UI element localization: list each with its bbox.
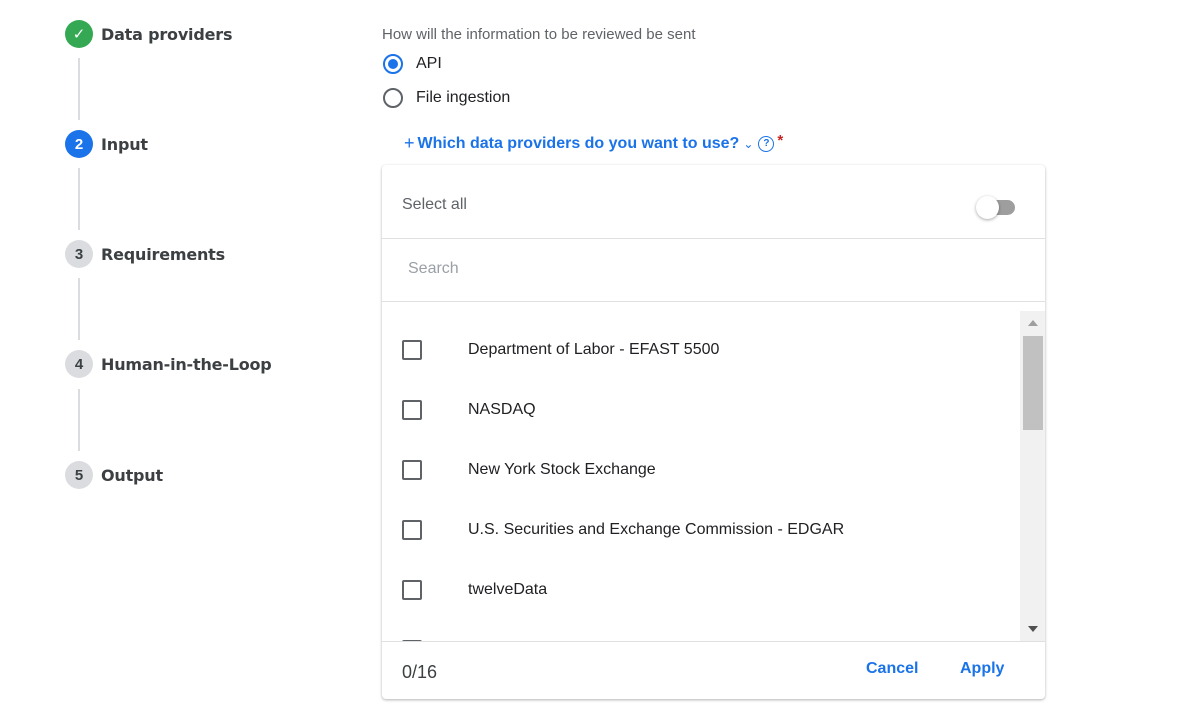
step-label: Human-in-the-Loop [101,354,272,374]
step-input[interactable]: 2 Input [65,130,148,158]
list-item-partial[interactable] [382,620,1020,641]
list-item[interactable]: U.S. Securities and Exchange Commission … [382,500,1020,560]
select-all-toggle[interactable] [976,196,1022,219]
step-label: Requirements [101,244,225,264]
toggle-thumb [976,196,999,219]
data-providers-panel: Select all Department of Labor - EFAST 5… [382,165,1045,699]
radio-button-api[interactable] [383,54,403,74]
checkbox[interactable] [402,580,422,600]
search-row [382,239,1045,302]
step-human-in-the-loop[interactable]: 4 Human-in-the-Loop [65,350,272,378]
step-label: Output [101,465,163,485]
step-requirements[interactable]: 3 Requirements [65,240,225,268]
radio-label: API [416,55,442,72]
step-label: Input [101,134,148,154]
list-scrollbar[interactable] [1020,311,1045,641]
scroll-thumb[interactable] [1023,336,1043,430]
provider-label: NASDAQ [468,401,536,418]
list-item[interactable]: NASDAQ [382,380,1020,440]
cancel-button[interactable]: Cancel [866,660,918,678]
data-providers-prompt: Which data providers do you want to use? [417,134,740,152]
radio-option-api[interactable]: API [383,54,442,74]
step-output[interactable]: 5 Output [65,461,163,489]
provider-label: U.S. Securities and Exchange Commission … [468,521,845,538]
step-number: 5 [65,461,93,489]
checkbox[interactable] [402,460,422,480]
select-all-label: Select all [402,196,467,213]
radio-label: File ingestion [416,89,511,106]
page: ✓ Data providers 2 Input 3 Requirements … [0,0,1184,725]
step-number: 4 [65,350,93,378]
apply-button[interactable]: Apply [960,660,1004,678]
step-label: Data providers [101,24,233,44]
checkbox[interactable] [402,520,422,540]
chevron-down-icon: ⌄ [743,136,754,151]
required-indicator: * [777,132,784,149]
send-method-question: How will the information to be reviewed … [382,26,696,43]
check-icon: ✓ [65,20,93,48]
checkbox[interactable] [402,400,422,420]
step-connector [78,58,80,120]
radio-button-file-ingestion[interactable] [383,88,403,108]
arrow-up-icon [1027,320,1038,326]
provider-label: twelveData [468,581,548,598]
step-connector [78,278,80,340]
list-item[interactable]: New York Stock Exchange [382,440,1020,500]
step-number: 2 [65,130,93,158]
selected-count: 0/16 [402,662,438,682]
list-item[interactable]: Department of Labor - EFAST 5500 [382,320,1020,380]
list-item[interactable]: twelveData [382,560,1020,620]
provider-label: New York Stock Exchange [468,461,656,478]
provider-label: Department of Labor - EFAST 5500 [468,341,720,358]
select-all-row: Select all [382,165,1045,239]
arrow-down-icon [1027,626,1038,632]
help-icon[interactable]: ? [758,135,775,152]
provider-list: Department of Labor - EFAST 5500 NASDAQ … [382,311,1045,641]
step-connector [78,168,80,230]
step-data-providers[interactable]: ✓ Data providers [65,20,232,48]
scroll-down-button[interactable] [1020,621,1045,637]
checkbox[interactable] [402,340,422,360]
plus-icon: + [404,133,415,153]
search-input[interactable] [408,257,1008,281]
data-providers-dropdown-toggle[interactable]: + Which data providers do you want to us… [404,132,784,154]
step-number: 3 [65,240,93,268]
scroll-up-button[interactable] [1020,315,1045,331]
radio-option-file-ingestion[interactable]: File ingestion [383,88,510,108]
panel-footer: 0/16 Cancel Apply [382,641,1045,699]
step-connector [78,389,80,451]
